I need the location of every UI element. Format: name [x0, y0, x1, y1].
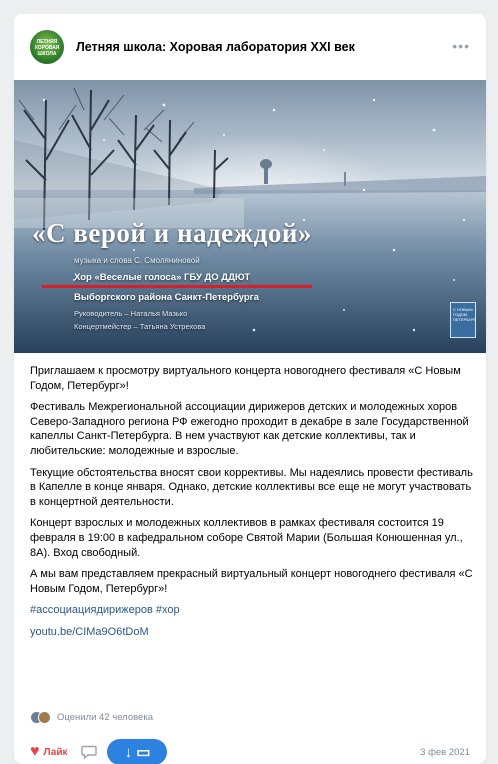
avatar-logo-text: ЛЕТНЯЯ ХОРОВАЯ ШКОЛА — [34, 39, 60, 57]
post-text: Приглашаем к просмотру виртуального конц… — [30, 364, 474, 647]
video-choir-district: Выборгского района Санкт-Петербурга — [74, 292, 259, 303]
red-divider-line — [42, 285, 312, 288]
comment-icon[interactable] — [81, 745, 98, 759]
video-subtitle: музыка и слова С. Смоляниновой — [74, 256, 200, 265]
post-paragraph: Текущие обстоятельства вносят свои корре… — [30, 466, 473, 508]
group-name-link[interactable]: Летняя школа: Хоровая лаборатория XXI ве… — [76, 40, 355, 54]
video-link[interactable]: youtu.be/CIMa9O6tDoM — [30, 625, 474, 640]
heart-icon: ♥ — [30, 743, 40, 760]
video-accompanist: Концертмейстер – Татьяна Устрехова — [74, 322, 206, 331]
post-card: ЛЕТНЯЯ ХОРОВАЯ ШКОЛА Летняя школа: Хоров… — [14, 14, 486, 764]
video-choir-name: Хор «Веселые голоса» ГБУ ДО ДДЮТ — [74, 272, 251, 283]
hashtags-link[interactable]: #ассоциациядирижеров #хор — [30, 603, 474, 618]
likes-summary[interactable]: Оценили 42 человека — [30, 711, 153, 724]
post-paragraph: Приглашаем к просмотру виртуального конц… — [30, 365, 461, 392]
post-paragraph: А мы вам представляем прекрасный виртуал… — [30, 568, 473, 595]
post-paragraph: Фестиваль Межрегиональной ассоциации дир… — [30, 401, 469, 457]
post-video-thumbnail[interactable]: «С верой и надеждой» музыка и слова С. С… — [14, 80, 486, 353]
share-button[interactable]: ↓ ▭ — [107, 739, 168, 764]
more-dots-icon[interactable]: ••• — [452, 38, 470, 54]
post-paragraph: Концерт взрослых и молодежных коллективо… — [30, 517, 463, 559]
post-actions: ♥ Лайк ↓ ▭ 3 фев 2021 — [30, 739, 470, 764]
video-leader: Руководитель – Наталья Мазько — [74, 309, 188, 318]
badge-text: С НОВЫМ ГОДОМ ПЕТЕРБУРГ — [453, 307, 477, 322]
like-label: Лайк — [43, 746, 68, 758]
video-title: «С верой и надеждой» — [32, 218, 312, 248]
post-header: ЛЕТНЯЯ ХОРОВАЯ ШКОЛА Летняя школа: Хоров… — [14, 14, 486, 80]
post-date[interactable]: 3 фев 2021 — [420, 747, 470, 758]
liker-avatar — [38, 711, 51, 724]
like-button[interactable]: ♥ Лайк — [30, 744, 67, 760]
festival-logo-badge: С НОВЫМ ГОДОМ ПЕТЕРБУРГ — [450, 302, 476, 338]
group-avatar[interactable]: ЛЕТНЯЯ ХОРОВАЯ ШКОЛА — [30, 30, 64, 64]
likes-count-text: Оценили 42 человека — [57, 712, 153, 723]
share-icon: ↓ ▭ — [124, 744, 151, 761]
